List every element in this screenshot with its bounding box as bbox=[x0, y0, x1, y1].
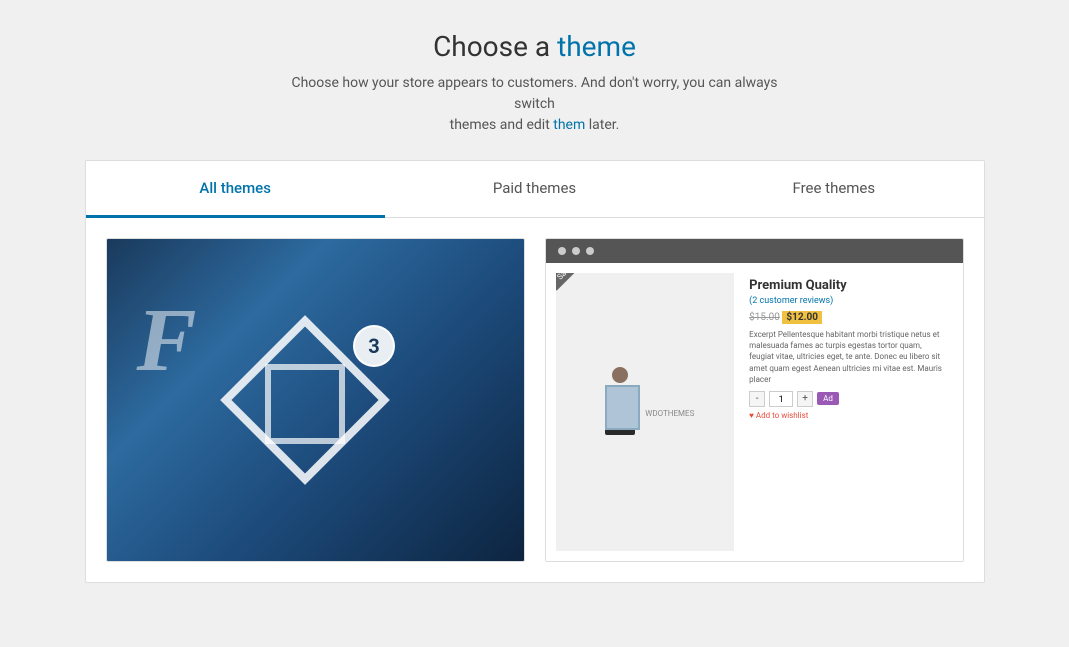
page-subtitle: Choose how your store appears to custome… bbox=[275, 73, 795, 136]
old-price: $15.00 bbox=[749, 312, 780, 323]
qty-value: 1 bbox=[769, 391, 793, 407]
flatsome-preview: 3 F bbox=[107, 239, 524, 561]
theme-card-flatsome: 3 F Flatsome Currently active theme Cont… bbox=[106, 238, 525, 562]
diamond-inner bbox=[265, 364, 345, 444]
sale-badge: Sale! bbox=[556, 273, 583, 291]
browser-dot-1 bbox=[558, 247, 566, 255]
tab-paid-themes[interactable]: Paid themes bbox=[385, 161, 684, 218]
storefront-content: Sale! WDOTHEMES Premium Quality (2 custo… bbox=[546, 263, 963, 561]
theme-selector-container: All themes Paid themes Free themes 3 F F… bbox=[85, 160, 985, 583]
qty-decrease[interactable]: - bbox=[749, 391, 765, 407]
theme-grid: 3 F Flatsome Currently active theme Cont… bbox=[86, 218, 984, 582]
product-holding bbox=[605, 385, 640, 430]
them-link[interactable]: them bbox=[553, 117, 585, 133]
product-image-area: Sale! WDOTHEMES bbox=[556, 273, 735, 551]
storefront-info: Storefront Free Choose Live demo bbox=[546, 561, 963, 562]
product-person-image bbox=[595, 367, 645, 457]
browser-bar bbox=[546, 239, 963, 263]
tab-all-themes[interactable]: All themes bbox=[86, 161, 385, 218]
tab-free-themes[interactable]: Free themes bbox=[684, 161, 983, 218]
product-description: Excerpt Pellentesque habitant morbi tris… bbox=[749, 329, 947, 385]
quantity-row: - 1 + Ad bbox=[749, 391, 947, 407]
theme-tabs: All themes Paid themes Free themes bbox=[86, 161, 984, 218]
qty-increase[interactable]: + bbox=[797, 391, 813, 407]
storefront-preview: Sale! WDOTHEMES Premium Quality (2 custo… bbox=[546, 239, 963, 561]
new-price: $12.00 bbox=[782, 311, 822, 324]
add-to-cart-button[interactable]: Ad bbox=[817, 392, 839, 405]
price-area: $15.00 $12.00 bbox=[749, 312, 947, 323]
product-details: Premium Quality (2 customer reviews) $15… bbox=[744, 273, 952, 551]
version-badge: 3 bbox=[353, 325, 395, 367]
flatsome-info: Flatsome Currently active theme Continue… bbox=[107, 561, 524, 562]
theme-card-storefront: Sale! WDOTHEMES Premium Quality (2 custo… bbox=[545, 238, 964, 562]
page-header: Choose a theme Choose how your store app… bbox=[275, 30, 795, 136]
product-title: Premium Quality bbox=[749, 278, 947, 293]
browser-dot-2 bbox=[572, 247, 580, 255]
browser-dot-3 bbox=[586, 247, 594, 255]
person-body bbox=[605, 385, 635, 435]
wishlist-link[interactable]: ♥ Add to wishlist bbox=[749, 411, 947, 420]
person-head bbox=[612, 367, 628, 383]
woo-logo-label: WDOTHEMES bbox=[645, 409, 694, 418]
product-reviews: (2 customer reviews) bbox=[749, 296, 947, 306]
flatsome-logo: 3 bbox=[235, 320, 395, 480]
flatsome-letter: F bbox=[137, 289, 197, 392]
page-title: Choose a theme bbox=[275, 30, 795, 63]
